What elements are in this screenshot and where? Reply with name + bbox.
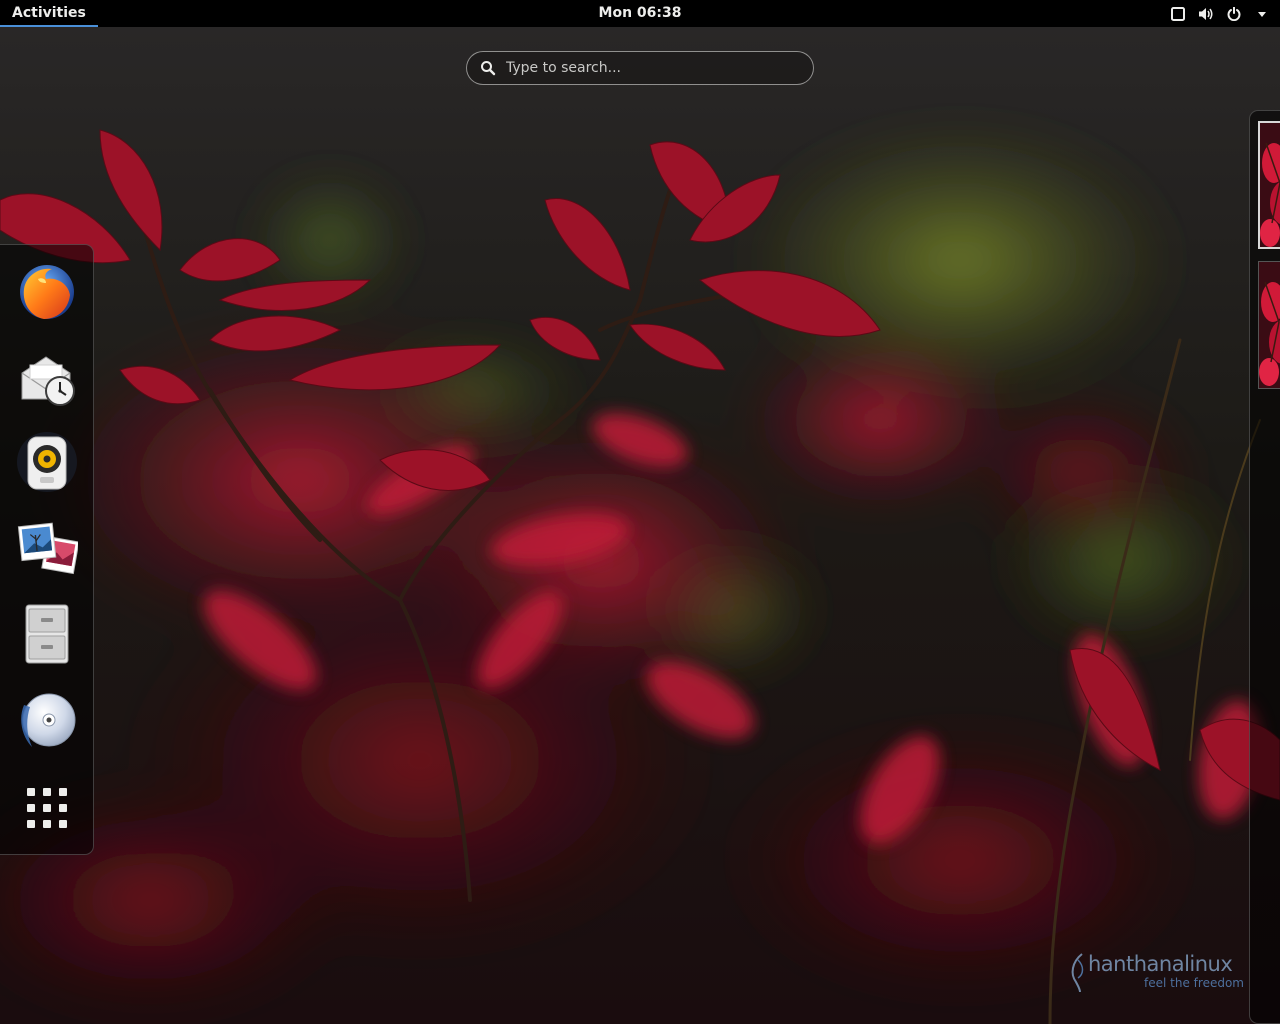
wallpaper bbox=[0, 0, 1280, 1024]
dash-app-rhythmbox[interactable] bbox=[12, 427, 82, 497]
firefox-icon bbox=[20, 265, 74, 319]
dash-app-files[interactable] bbox=[12, 599, 82, 669]
power-icon[interactable] bbox=[1226, 6, 1242, 22]
rhythmbox-icon bbox=[17, 432, 77, 492]
hanthana-logo-icon bbox=[1071, 953, 1084, 992]
workspace-switcher bbox=[1249, 110, 1280, 1024]
menu-arrow-icon[interactable] bbox=[1254, 6, 1270, 22]
watermark-name: hanthanalinux bbox=[1088, 952, 1233, 976]
watermark-tagline: feel the freedom bbox=[1144, 976, 1244, 990]
window-icon[interactable] bbox=[1170, 6, 1186, 22]
files-icon bbox=[25, 604, 69, 664]
workspace-preview bbox=[1260, 123, 1280, 247]
workspace-thumbnail-2[interactable] bbox=[1258, 261, 1280, 389]
search-icon bbox=[480, 59, 498, 77]
brasero-icon bbox=[21, 693, 76, 747]
wallpaper-image bbox=[0, 0, 1280, 1024]
search-box[interactable] bbox=[466, 51, 814, 85]
workspace-preview bbox=[1259, 262, 1280, 388]
dash-app-firefox[interactable] bbox=[12, 257, 82, 327]
system-tray bbox=[1170, 0, 1270, 27]
evolution-mail-icon bbox=[21, 356, 75, 406]
top-bar: Activities Mon 06:38 bbox=[0, 0, 1280, 27]
desktop-overview: Activities Mon 06:38 Type to search... h… bbox=[0, 0, 1280, 1024]
dash bbox=[0, 244, 94, 855]
shotwell-icon bbox=[17, 522, 78, 575]
dash-app-brasero[interactable] bbox=[12, 685, 82, 755]
dash-app-shotwell[interactable] bbox=[12, 513, 82, 583]
activities-button[interactable]: Activities bbox=[0, 0, 98, 27]
dash-show-applications[interactable] bbox=[12, 773, 82, 843]
clock[interactable]: Mon 06:38 bbox=[540, 0, 740, 27]
search-input[interactable] bbox=[498, 53, 813, 83]
workspace-thumbnail-1[interactable] bbox=[1258, 121, 1280, 249]
volume-icon[interactable] bbox=[1198, 6, 1214, 22]
distro-watermark: hanthanalinux feel the freedom bbox=[1068, 950, 1258, 994]
dash-app-evolution[interactable] bbox=[12, 343, 82, 413]
show-apps-icon bbox=[27, 788, 67, 828]
